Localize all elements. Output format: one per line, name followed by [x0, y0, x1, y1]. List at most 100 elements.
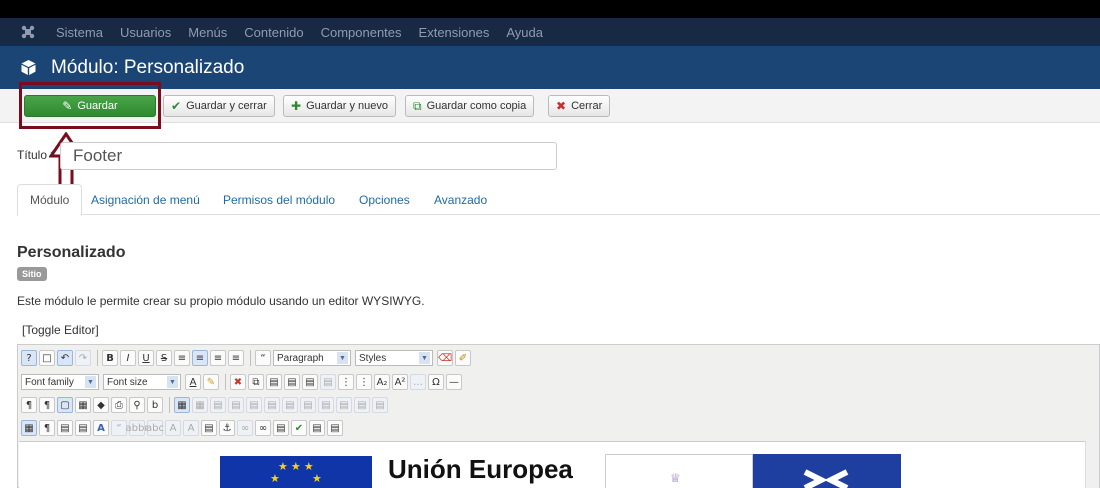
bold-icon[interactable]: B	[102, 350, 118, 366]
replace-icon[interactable]: b	[147, 397, 163, 413]
non-breaking-icon[interactable]: ▤	[309, 420, 325, 436]
save-and-new-button[interactable]: ✚ Guardar y nuevo	[283, 95, 396, 117]
ins-icon[interactable]: A	[183, 420, 199, 436]
editor-scrollbar[interactable]	[1085, 441, 1099, 488]
row-before-icon[interactable]: ▤	[246, 397, 262, 413]
row-props-icon[interactable]: ▤	[210, 397, 226, 413]
col-after-icon[interactable]: ▤	[318, 397, 334, 413]
close-button[interactable]: ✖ Cerrar	[548, 95, 611, 117]
editor-toolbar-row-1: ? □ ↶ ↷ B I U S ≡ ≡ ≡ ≡ “ Paragraph ▼ Sty…	[21, 348, 473, 368]
media-icon[interactable]: ◆	[93, 397, 109, 413]
eraser-icon[interactable]: ⌫	[437, 350, 453, 366]
toggle-editor-link[interactable]: [Toggle Editor]	[22, 323, 99, 337]
wysiwyg-editor: ? □ ↶ ↷ B I U S ≡ ≡ ≡ ≡ “ Paragraph ▼ Sty…	[17, 344, 1100, 488]
editor-toolbar-row-3: ¶ ¶ ▢ ▦ ◆ ⎙ ⚲ b ▦ ▦ ▤ ▤ ▤ ▤ ▤ ▤ ▤ ▤ ▤ ▤	[21, 395, 390, 415]
menu-componentes[interactable]: Componentes	[321, 25, 402, 40]
row-after-icon[interactable]: ▤	[264, 397, 280, 413]
menu-ayuda[interactable]: Ayuda	[506, 25, 543, 40]
numbered-list-icon[interactable]: ⋮	[356, 374, 372, 390]
special-char-disabled-icon[interactable]: …	[410, 374, 426, 390]
subscript-icon[interactable]: A₂	[374, 374, 390, 390]
joomla-logo-icon[interactable]	[20, 24, 36, 40]
delete-col-icon[interactable]: ▤	[336, 397, 352, 413]
copy-icon[interactable]: ⧉	[248, 374, 264, 390]
menu-usuarios[interactable]: Usuarios	[120, 25, 171, 40]
blockquote-icon[interactable]: “	[255, 350, 271, 366]
save-and-close-label: Guardar y cerrar	[186, 100, 267, 112]
chevron-down-icon: ▼	[337, 352, 348, 364]
ltr-icon[interactable]: ¶	[21, 397, 37, 413]
font-size-select[interactable]: Font size ▼	[103, 374, 181, 390]
link-icon[interactable]: ∞	[255, 420, 271, 436]
unlink-icon[interactable]: ∞	[237, 420, 253, 436]
new-document-icon[interactable]: □	[39, 350, 55, 366]
search-icon[interactable]: ⚲	[129, 397, 145, 413]
cut-icon[interactable]: ✖	[230, 374, 246, 390]
align-right-icon[interactable]: ≡	[228, 350, 244, 366]
menu-menus[interactable]: Menús	[188, 25, 227, 40]
style-props-icon[interactable]: A	[93, 420, 109, 436]
anchor-icon[interactable]: ⚓	[219, 420, 235, 436]
title-input-value: Footer	[73, 146, 123, 165]
menu-sistema[interactable]: Sistema	[56, 25, 103, 40]
paste-word-icon[interactable]: ▤	[302, 374, 318, 390]
delete-row-icon[interactable]: ▤	[282, 397, 298, 413]
visual-aid-icon[interactable]: ▦	[21, 420, 37, 436]
highlight-color-icon[interactable]: ✎	[203, 374, 219, 390]
underline-icon[interactable]: U	[138, 350, 154, 366]
align-left-icon[interactable]: ≡	[210, 350, 226, 366]
fullscreen-icon[interactable]: ▢	[57, 397, 73, 413]
tab-avanzado[interactable]: Avanzado	[422, 184, 499, 215]
select-all-icon[interactable]: ▤	[320, 374, 336, 390]
editor-content-area[interactable]: ★ ★ ★ ★ ★ Unión Europea ♕	[19, 441, 1087, 488]
merge-cells-icon[interactable]: ▤	[372, 397, 388, 413]
cell-props-icon[interactable]: ▤	[228, 397, 244, 413]
title-input[interactable]: Footer	[60, 142, 557, 170]
superscript-icon[interactable]: A²	[392, 374, 408, 390]
spellcheck-icon[interactable]: ✔	[291, 420, 307, 436]
page-break-icon[interactable]: ▤	[327, 420, 343, 436]
format-select[interactable]: Paragraph ▼	[273, 350, 351, 366]
redo-icon[interactable]: ↷	[75, 350, 91, 366]
strikethrough-icon[interactable]: S	[156, 350, 172, 366]
align-center-icon[interactable]: ≡	[192, 350, 208, 366]
brush-icon[interactable]: ✐	[455, 350, 471, 366]
undo-icon[interactable]: ↶	[57, 350, 73, 366]
chevron-down-icon: ▼	[167, 376, 178, 388]
del-icon[interactable]: A	[165, 420, 181, 436]
template-icon[interactable]: ▤	[57, 420, 73, 436]
col-before-icon[interactable]: ▤	[300, 397, 316, 413]
tab-permisos-modulo[interactable]: Permisos del módulo	[211, 184, 347, 215]
save-as-copy-button[interactable]: ⧉ Guardar como copia	[405, 95, 535, 117]
styles-select[interactable]: Styles ▼	[355, 350, 433, 366]
align-justify-icon[interactable]: ≡	[174, 350, 190, 366]
text-color-icon[interactable]: A	[185, 374, 201, 390]
rtl-icon[interactable]: ¶	[39, 397, 55, 413]
tab-asignacion-menu[interactable]: Asignación de menú	[79, 184, 212, 215]
tab-modulo[interactable]: Módulo	[17, 184, 83, 216]
table-icon[interactable]: ▦	[174, 397, 190, 413]
font-family-select[interactable]: Font family ▼	[21, 374, 99, 390]
italic-icon[interactable]: I	[120, 350, 136, 366]
help-icon[interactable]: ?	[21, 350, 37, 366]
abbr-icon[interactable]: abbr	[126, 420, 148, 436]
code-icon[interactable]: ▤	[273, 420, 289, 436]
menu-extensiones[interactable]: Extensiones	[419, 25, 490, 40]
paste-icon[interactable]: ▤	[266, 374, 282, 390]
layer-icon[interactable]: ▤	[75, 420, 91, 436]
attributes-icon[interactable]: ▤	[201, 420, 217, 436]
toolbar-separator	[225, 374, 226, 390]
print-icon[interactable]: ⎙	[111, 397, 127, 413]
menu-contenido[interactable]: Contenido	[244, 25, 303, 40]
save-and-close-button[interactable]: ✔ Guardar y cerrar	[163, 95, 275, 117]
split-cells-icon[interactable]: ▤	[354, 397, 370, 413]
bullet-list-icon[interactable]: ⋮	[338, 374, 354, 390]
acronym-icon[interactable]: abc	[146, 420, 164, 436]
paste-text-icon[interactable]: ▤	[284, 374, 300, 390]
omega-icon[interactable]: Ω	[428, 374, 444, 390]
horizontal-rule-icon[interactable]: —	[446, 374, 462, 390]
table-props-icon[interactable]: ▦	[192, 397, 208, 413]
tab-opciones[interactable]: Opciones	[347, 184, 422, 215]
image-icon[interactable]: ▦	[75, 397, 91, 413]
show-blocks-icon[interactable]: ¶	[39, 420, 55, 436]
